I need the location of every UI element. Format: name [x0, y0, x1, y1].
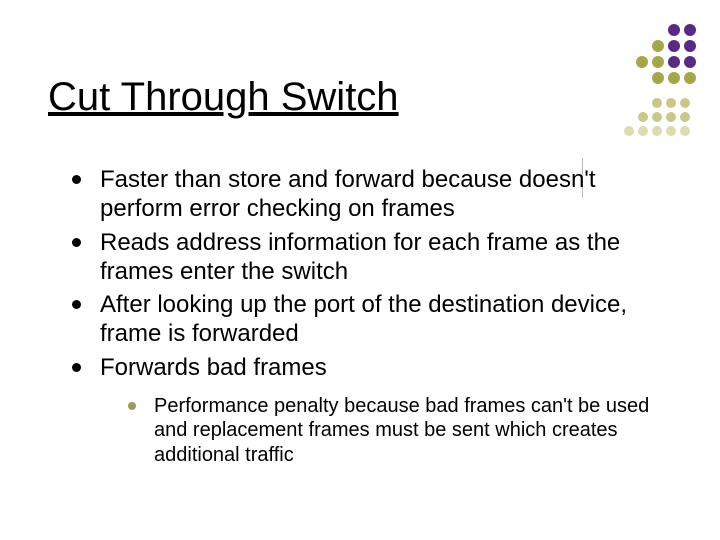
decorative-dots — [572, 24, 692, 144]
bullet-item: After looking up the port of the destina… — [72, 290, 672, 349]
bullet-item: Forwards bad frames Performance penalty … — [72, 353, 672, 467]
slide-body: Faster than store and forward because do… — [72, 165, 672, 471]
bullet-text: Faster than store and forward because do… — [100, 166, 596, 222]
bullet-text: Forwards bad frames — [100, 354, 327, 381]
bullet-text: Reads address information for each frame… — [100, 229, 620, 285]
slide-title: Cut Through Switch — [48, 75, 399, 120]
sub-list: Performance penalty because bad frames c… — [100, 394, 672, 467]
bullet-item: Faster than store and forward because do… — [72, 165, 672, 224]
slide: Cut Through Switch Faster than store and… — [0, 0, 720, 540]
sub-bullet-text: Performance penalty because bad frames c… — [154, 395, 649, 466]
bullet-text: After looking up the port of the destina… — [100, 291, 627, 347]
sub-bullet-item: Performance penalty because bad frames c… — [100, 394, 672, 467]
bullet-item: Reads address information for each frame… — [72, 228, 672, 287]
